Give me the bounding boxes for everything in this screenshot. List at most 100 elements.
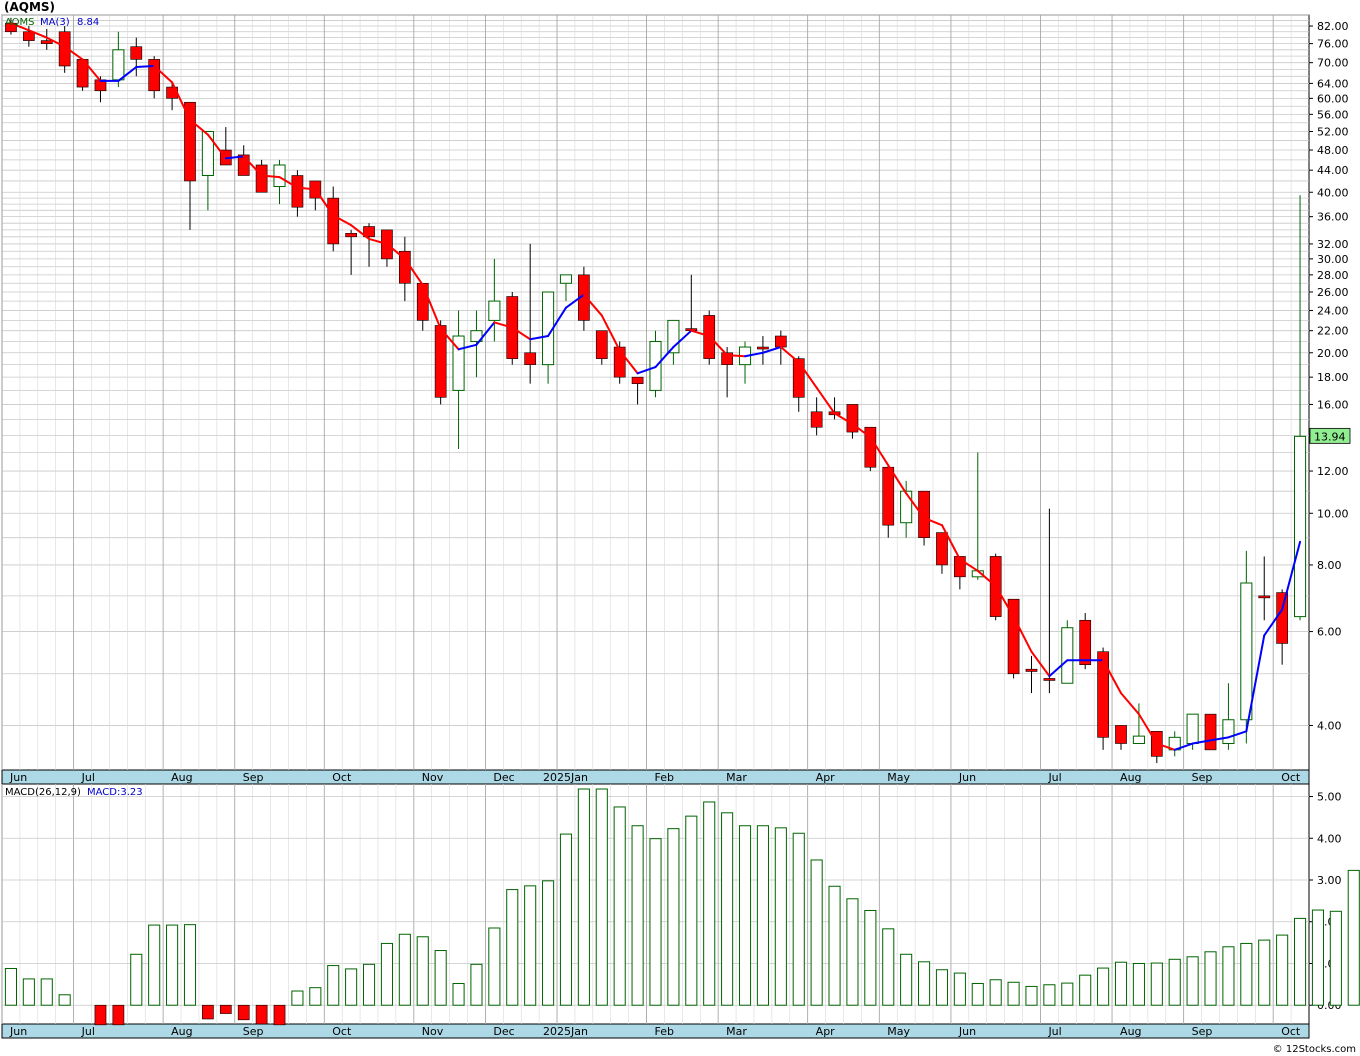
macd-bar (971, 983, 984, 1006)
macd-bar (1293, 917, 1307, 1006)
price-tick-label: 30.00 (1317, 253, 1349, 266)
month-label: Oct (332, 771, 352, 784)
macd-bar (1168, 958, 1181, 1006)
price-tick-label: 22.00 (1317, 325, 1349, 338)
month-label: Oct (332, 1025, 352, 1038)
macd-bar (1150, 962, 1163, 1006)
macd-bar (1079, 974, 1092, 1006)
candle-body (416, 282, 429, 321)
macd-bar (1276, 934, 1289, 1006)
stock-chart: 82.00 76.00 70.00 64.00 60.00 56.00 52.00 48.00… (1, 14, 1360, 1039)
macd-bar (380, 942, 393, 1006)
macd-bar (255, 1004, 268, 1025)
macd-bar (58, 994, 71, 1006)
macd-bar (1097, 967, 1110, 1006)
candle-body (900, 490, 913, 524)
macd-bar (953, 972, 966, 1006)
candle (1204, 713, 1217, 751)
candle-body (184, 101, 196, 182)
price-tick-label: 52.00 (1317, 126, 1349, 139)
macd-bar (810, 859, 823, 1006)
month-label: Aug (1120, 1025, 1141, 1038)
macd-bar (1347, 869, 1360, 1006)
macd-bar (846, 898, 859, 1006)
candle-body (345, 233, 357, 238)
price-tick-label: 76.00 (1317, 38, 1349, 51)
macd-bar (398, 933, 411, 1006)
legend-ma-value: 8.84 (77, 17, 99, 28)
month-label: Oct (1281, 771, 1301, 784)
candle-body (201, 131, 214, 177)
price-tick-label: 36.00 (1317, 211, 1349, 224)
macd-bar (1240, 942, 1253, 1006)
price-tick-label: 8.00 (1317, 559, 1342, 572)
month-label: Feb (655, 1025, 674, 1038)
candle-body (774, 335, 787, 348)
month-label: Feb (655, 771, 674, 784)
month-label: Sep (243, 771, 264, 784)
candle-body (130, 46, 143, 60)
last-price-label: 13.94 (1314, 430, 1346, 443)
macd-bar (577, 788, 590, 1006)
price-tick-label: 56.00 (1317, 108, 1349, 121)
price-tick-label: 26.00 (1317, 286, 1349, 299)
macd-bar (183, 924, 197, 1006)
macd-bar (434, 950, 447, 1006)
price-tick-label: 24.00 (1317, 305, 1349, 318)
legend-macd-label: MACD(26,12,9) (5, 787, 81, 798)
candle-body (631, 376, 644, 384)
macd-bar (918, 961, 931, 1006)
price-tick-label: 4.00 (1317, 719, 1342, 732)
candle-body (810, 411, 823, 428)
macd-bar (345, 968, 358, 1006)
candle-body (1132, 735, 1145, 745)
macd-tick-label: 4.00 (1317, 832, 1342, 845)
price-tick-label: 6.00 (1317, 626, 1342, 639)
candle-body (148, 59, 161, 92)
macd-bar (667, 828, 680, 1006)
macd-bar (524, 885, 537, 1006)
ma3-line-segment (726, 354, 747, 358)
macd-bar (595, 788, 608, 1006)
candle-body (1115, 725, 1127, 744)
macd-bar (756, 825, 769, 1006)
macd-bar (1025, 985, 1038, 1006)
macd-bar (900, 953, 913, 1006)
legend-ma-label: MA(3) (40, 17, 70, 28)
price-tick-label: 70.00 (1317, 57, 1349, 70)
candle-body (524, 352, 537, 365)
candle-body (327, 197, 340, 245)
macd-bar (613, 806, 626, 1006)
month-label: Apr (816, 771, 836, 784)
macd-bar (703, 801, 716, 1006)
candle-body (1043, 678, 1056, 681)
price-tick-label: 48.00 (1317, 144, 1349, 157)
month-label: Jul (81, 1025, 95, 1038)
macd-bar (273, 1004, 286, 1026)
candle (703, 310, 716, 365)
macd-bar (1204, 951, 1217, 1006)
candle-body (1222, 719, 1235, 745)
copyright-footer: © 12Stocks.com (1272, 1044, 1356, 1055)
price-tick-label: 18.00 (1317, 371, 1349, 384)
macd-bar (4, 967, 18, 1006)
month-label: Aug (171, 1025, 192, 1038)
candle-body (757, 346, 769, 350)
candle-body (595, 330, 608, 359)
month-label: May (887, 771, 910, 784)
candle-body (112, 49, 125, 81)
month-label: Jun (958, 1025, 976, 1038)
candle-body (1079, 619, 1092, 665)
candle-body (488, 300, 501, 321)
macd-bar (1329, 910, 1342, 1006)
month-label: Dec (493, 1025, 514, 1038)
price-tick-label: 16.00 (1317, 398, 1349, 411)
month-label: Jun (958, 771, 976, 784)
macd-bar (488, 927, 501, 1006)
macd-bar (362, 963, 376, 1006)
month-label: 2025Jan (543, 771, 588, 784)
price-tick-label: 60.00 (1317, 92, 1349, 105)
macd-bar (1186, 956, 1199, 1006)
month-label: Nov (422, 771, 444, 784)
candle-body (291, 175, 304, 208)
